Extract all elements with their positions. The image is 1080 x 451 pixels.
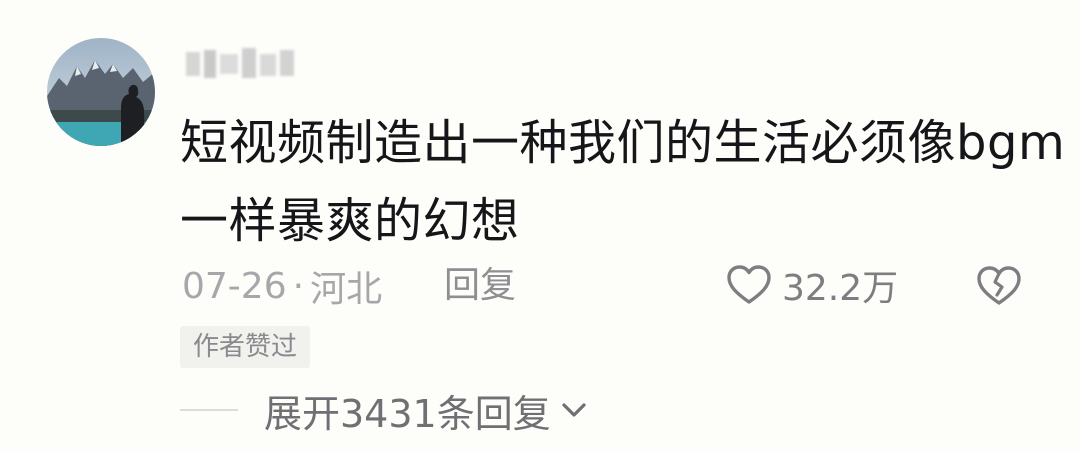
comment-meta: 07-26 · 河北	[182, 262, 383, 311]
broken-heart-icon	[977, 266, 1021, 305]
avatar-image	[47, 38, 155, 146]
author-liked-badge: 作者赞过	[180, 326, 311, 368]
chevron-down-icon	[562, 403, 586, 417]
comment-item: 短视频制造出一种我们的生活必须像bgm 一样暴爽的幻想 07-26 · 河北 回…	[0, 0, 1080, 451]
avatar[interactable]	[47, 38, 155, 146]
expand-replies-button[interactable]: 展开3431条回复	[180, 384, 587, 436]
comment-date: 07-26	[182, 265, 287, 307]
username-blurred[interactable]	[184, 44, 300, 86]
comment-text-line: 短视频制造出一种我们的生活必须像bgm	[180, 115, 1066, 171]
meta-separator: ·	[292, 265, 305, 307]
comment-location: 河北	[310, 269, 383, 310]
like-button[interactable]: 32.2万	[726, 260, 898, 310]
divider-line	[180, 409, 238, 411]
reply-button[interactable]: 回复	[444, 262, 516, 310]
dislike-button[interactable]	[974, 260, 1024, 310]
comment-text: 短视频制造出一种我们的生活必须像bgm 一样暴爽的幻想	[180, 104, 1066, 260]
blurred-name-image	[186, 48, 294, 78]
comment-text-line: 一样暴爽的幻想	[180, 193, 520, 249]
like-count: 32.2万	[782, 268, 899, 309]
heart-outline-icon	[727, 265, 771, 304]
expand-replies-label: 展开3431条回复	[264, 391, 551, 436]
